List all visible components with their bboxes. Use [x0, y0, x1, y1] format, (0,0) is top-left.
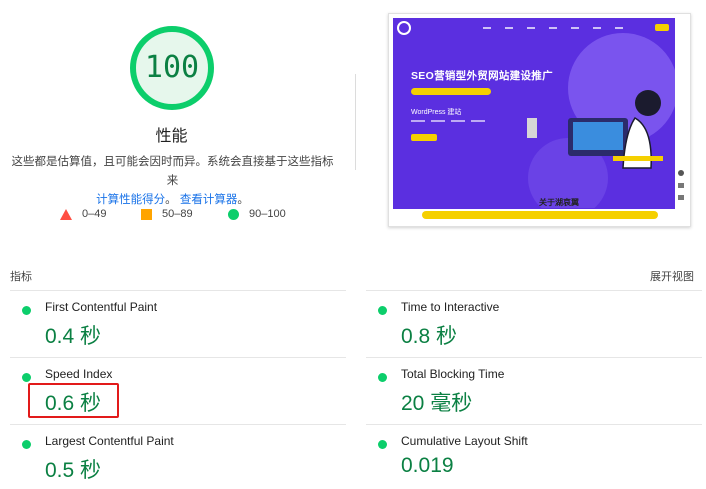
metric-title: Speed Index [45, 367, 113, 381]
thumbnail-pill [411, 88, 491, 95]
site-logo-icon [397, 21, 411, 35]
thumbnail-headline: SEO营销型外贸网站建设推广 [411, 70, 553, 82]
triangle-icon [60, 208, 72, 220]
circle-icon [228, 208, 239, 220]
square-icon [141, 208, 152, 220]
pass-icon [22, 373, 31, 382]
description-text: 这些都是估算值，且可能会因时而异。系统会直接基于这些指标来 [11, 156, 334, 187]
speed-index-highlight-box [28, 383, 119, 418]
score-value: 100 [144, 50, 200, 85]
metric-value: 0.5 秒 [45, 459, 102, 482]
metric-time-to-interactive: Time to Interactive 0.8 秒 [366, 290, 702, 357]
legend-fail-label: 0–49 [82, 208, 107, 220]
metrics-header: 指标 [10, 271, 32, 283]
metric-value: 0.8 秒 [401, 325, 458, 348]
pass-icon [378, 306, 387, 315]
pass-icon [22, 440, 31, 449]
metric-largest-contentful-paint: Largest Contentful Paint 0.5 秒 [10, 424, 346, 489]
performance-score-gauge: 100 [128, 24, 216, 112]
score-title: 性能 [155, 128, 188, 145]
metric-title: Time to Interactive [401, 300, 500, 314]
metric-value: 0.019 [401, 454, 454, 477]
hero-blob-illustration [527, 33, 675, 208]
view-calculator-link[interactable]: 查看计算器 [180, 194, 238, 206]
thumbnail-subtitle: WordPress 建站 [411, 109, 462, 116]
thumbnail-features [411, 120, 485, 122]
metric-title: Total Blocking Time [401, 367, 505, 381]
metric-first-contentful-paint: First Contentful Paint 0.4 秒 [10, 290, 346, 357]
metric-value: 20 毫秒 [401, 392, 473, 415]
thumbnail-notice-bar [422, 211, 658, 219]
legend-fail: 0–49 [60, 206, 106, 222]
final-screenshot-thumbnail[interactable]: SEO营销型外贸网站建设推广 WordPress 建站 关于湖哀翼 [388, 13, 691, 227]
metric-title: Cumulative Layout Shift [401, 434, 528, 448]
thumbnail-cta [411, 134, 437, 141]
description-end: 。 [237, 194, 249, 206]
metric-title: First Contentful Paint [45, 300, 158, 314]
metric-total-blocking-time: Total Blocking Time 20 毫秒 [366, 357, 702, 424]
score-description: 这些都是估算值，且可能会因时而异。系统会直接基于这些指标来 计算性能得分。 查看… [8, 153, 337, 210]
legend-average-label: 50–89 [162, 208, 193, 220]
description-sep: 。 [165, 194, 177, 206]
pass-icon [378, 373, 387, 382]
legend-pass: 90–100 [228, 206, 286, 222]
pass-icon [378, 440, 387, 449]
thumbnail-side-icons [678, 170, 684, 200]
pass-icon [22, 306, 31, 315]
calc-score-link[interactable]: 计算性能得分 [96, 194, 165, 206]
legend-average: 50–89 [141, 206, 193, 222]
metric-cumulative-layout-shift: Cumulative Layout Shift 0.019 [366, 424, 702, 489]
metric-title: Largest Contentful Paint [45, 434, 174, 448]
vertical-divider [355, 74, 356, 170]
thumbnail-section-title: 关于湖哀翼 [539, 198, 579, 207]
metric-value: 0.4 秒 [45, 325, 102, 348]
expand-view-toggle[interactable]: 展开视图 [650, 268, 694, 284]
thumbnail-hero: SEO营销型外贸网站建设推广 WordPress 建站 [393, 18, 675, 209]
legend-pass-label: 90–100 [249, 208, 286, 220]
